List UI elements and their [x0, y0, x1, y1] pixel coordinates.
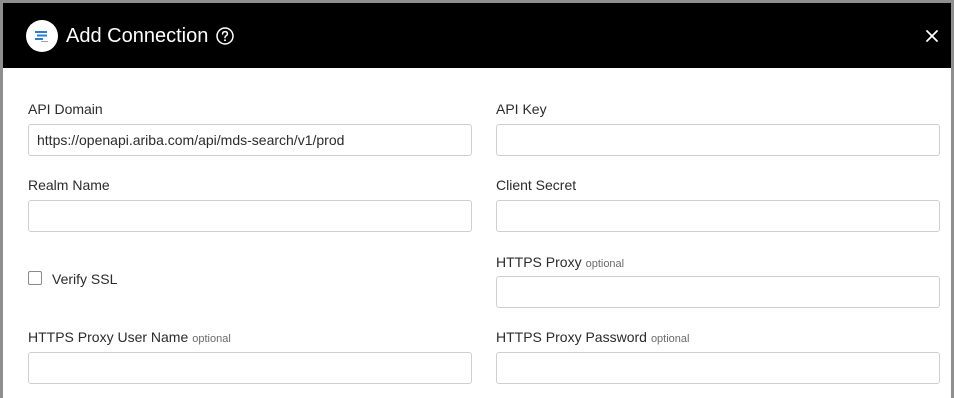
client-secret-label: Client Secret	[496, 177, 577, 193]
https-proxy-user-label: HTTPS Proxy User Name optional	[28, 328, 231, 348]
close-icon[interactable]	[921, 25, 943, 47]
https-proxy-label-text: HTTPS Proxy	[496, 254, 582, 270]
https-proxy-password-label-text: HTTPS Proxy Password	[496, 329, 647, 345]
api-key-input[interactable]	[496, 124, 940, 156]
verify-ssl-checkbox[interactable]	[28, 271, 42, 285]
https-proxy-input[interactable]	[496, 276, 940, 308]
api-key-label: API Key	[496, 101, 547, 117]
question-circle-icon[interactable]	[215, 26, 235, 46]
realm-name-label: Realm Name	[28, 177, 110, 193]
dialog-header: Add Connection	[3, 3, 951, 68]
api-domain-input[interactable]	[28, 124, 472, 156]
realm-name-input[interactable]	[28, 200, 472, 232]
api-domain-label: API Domain	[28, 101, 103, 117]
client-secret-input[interactable]	[496, 200, 940, 232]
dialog-title: Add Connection	[66, 25, 209, 47]
https-proxy-password-input[interactable]	[496, 352, 940, 384]
add-connection-dialog: Add Connection API Domain API Key Realm …	[3, 3, 951, 398]
https-proxy-user-label-text: HTTPS Proxy User Name	[28, 329, 189, 345]
optional-tag: optional	[192, 333, 231, 345]
https-proxy-user-input[interactable]	[28, 352, 472, 384]
optional-tag: optional	[585, 258, 625, 270]
optional-tag: optional	[650, 333, 690, 345]
ariba-logo-icon	[26, 20, 58, 52]
https-proxy-password-label: HTTPS Proxy Password optional	[496, 328, 689, 348]
https-proxy-label: HTTPS Proxy optional	[496, 253, 624, 273]
verify-ssl-label[interactable]: Verify SSL	[52, 270, 117, 288]
